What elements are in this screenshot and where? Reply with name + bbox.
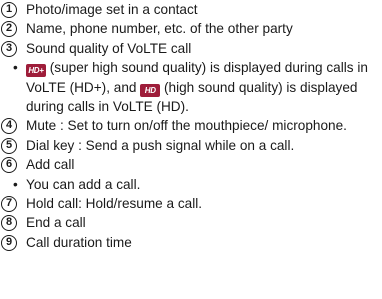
legend-item-2: 2 Name, phone number, etc. of the other …	[1, 19, 382, 38]
number-marker-6: 6	[1, 157, 17, 174]
number-marker-7: 7	[1, 196, 17, 213]
legend-item-3: 3 Sound quality of VoLTE call	[1, 39, 382, 58]
bullet: •	[13, 176, 18, 192]
legend-text-4: Mute : Set to turn on/off the mouthpiece…	[26, 118, 347, 134]
legend-item-8: 8 End a call	[1, 213, 382, 232]
legend-item-4: 4 Mute : Set to turn on/off the mouthpie…	[1, 116, 382, 135]
number-marker-4: 4	[1, 118, 17, 135]
legend-text-3: Sound quality of VoLTE call	[26, 40, 192, 56]
legend-item-7: 7 Hold call: Hold/resume a call.	[1, 194, 382, 213]
legend-text-8: End a call	[26, 215, 86, 231]
legend-text-9: Call duration time	[26, 234, 132, 250]
legend-subitem-3: • HD+ (super high sound quality) is disp…	[1, 58, 382, 116]
legend-item-9: 9 Call duration time	[1, 233, 382, 252]
hd-plus-icon: HD+	[26, 64, 46, 78]
legend-text-7: Hold call: Hold/resume a call.	[26, 196, 203, 212]
legend-text-5: Dial key : Send a push signal while on a…	[26, 137, 295, 153]
legend-text-1: Photo/image set in a contact	[26, 2, 198, 17]
legend-subitem-6: • You can add a call.	[1, 175, 382, 194]
add-call-note: You can add a call.	[26, 176, 141, 192]
number-marker-2: 2	[1, 21, 17, 38]
legend-text-2: Name, phone number, etc. of the other pa…	[26, 21, 293, 37]
legend-item-1: 1 Photo/image set in a contact	[1, 0, 382, 19]
number-marker-5: 5	[1, 137, 17, 154]
legend-item-6: 6 Add call	[1, 155, 382, 174]
number-marker-3: 3	[1, 40, 17, 57]
number-marker-9: 9	[1, 234, 17, 251]
number-marker-8: 8	[1, 215, 17, 232]
number-marker-1: 1	[1, 2, 17, 18]
bullet: •	[13, 60, 18, 76]
legend-text-6: Add call	[26, 157, 75, 173]
legend-item-5: 5 Dial key : Send a push signal while on…	[1, 136, 382, 155]
call-screen-legend: 1 Photo/image set in a contact 2 Name, p…	[0, 0, 382, 252]
hd-icon: HD	[140, 83, 161, 97]
